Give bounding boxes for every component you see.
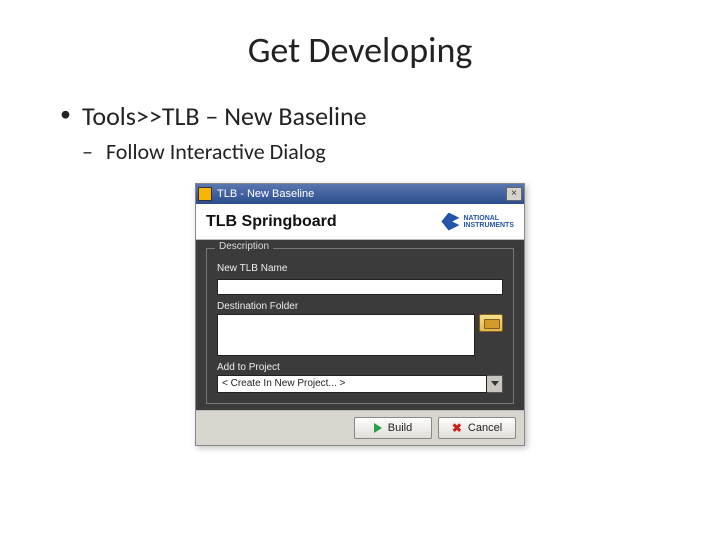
project-label: Add to Project xyxy=(217,362,503,373)
sub-bullet-follow-dialog: Follow Interactive Dialog xyxy=(82,138,660,165)
window-title: TLB - New Baseline xyxy=(217,188,506,200)
cancel-button[interactable]: ✖ Cancel xyxy=(438,417,516,439)
app-icon xyxy=(198,187,212,201)
cancel-label: Cancel xyxy=(468,422,502,434)
header-title: TLB Springboard xyxy=(206,213,441,231)
build-button[interactable]: Build xyxy=(354,417,432,439)
window-titlebar: TLB - New Baseline × xyxy=(196,184,524,204)
ni-logo-text: NATIONALINSTRUMENTS xyxy=(463,215,514,229)
destination-folder-input[interactable] xyxy=(217,314,475,356)
name-label: New TLB Name xyxy=(217,263,503,274)
description-group: Description New TLB Name Destination Fol… xyxy=(206,248,514,404)
national-instruments-logo: NATIONALINSTRUMENTS xyxy=(441,213,514,231)
chevron-down-icon[interactable] xyxy=(487,375,503,393)
new-tlb-name-input[interactable] xyxy=(217,279,503,295)
close-icon: ✖ xyxy=(452,422,462,434)
dialog-body: Description New TLB Name Destination Fol… xyxy=(196,240,524,410)
folder-label: Destination Folder xyxy=(217,301,503,312)
dialog-button-bar: Build ✖ Cancel xyxy=(196,410,524,445)
eagle-icon xyxy=(441,213,459,231)
tlb-new-baseline-dialog: TLB - New Baseline × TLB Springboard NAT… xyxy=(195,183,525,446)
group-legend: Description xyxy=(215,241,273,252)
close-icon[interactable]: × xyxy=(506,187,522,201)
bullet-tools-tlb: Tools>>TLB – New Baseline Follow Interac… xyxy=(60,100,660,165)
build-label: Build xyxy=(388,422,412,434)
browse-folder-button[interactable] xyxy=(479,314,503,332)
bullet-text: Tools>>TLB – New Baseline xyxy=(82,100,367,132)
play-icon xyxy=(374,423,382,433)
slide-title: Get Developing xyxy=(60,28,660,72)
add-to-project-select[interactable]: < Create In New Project... > xyxy=(217,375,487,393)
dialog-header: TLB Springboard NATIONALINSTRUMENTS xyxy=(196,204,524,240)
